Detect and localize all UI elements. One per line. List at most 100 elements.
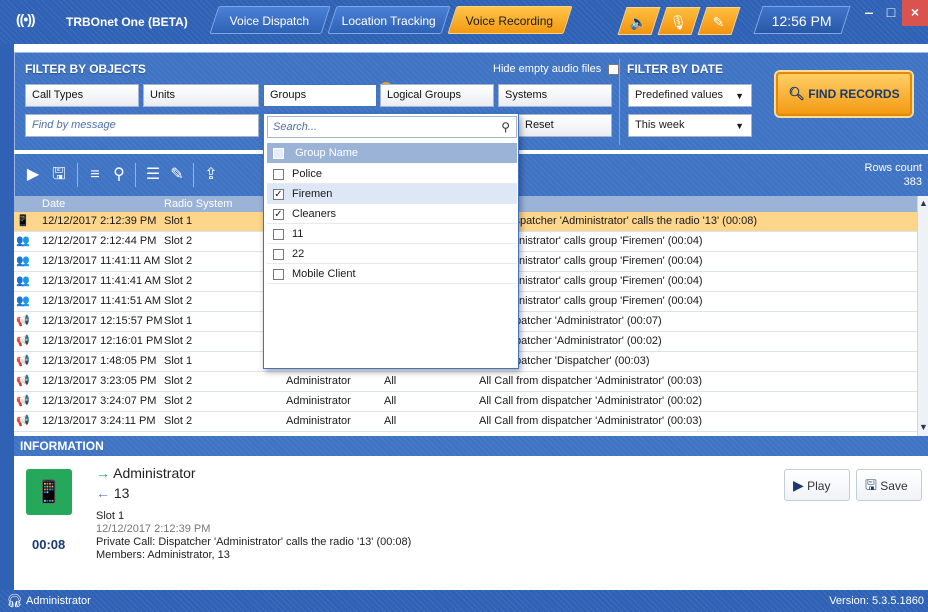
groups-button[interactable]: Groups [263,84,377,107]
column-header-radio-system[interactable]: Radio System [164,196,232,212]
filter-by-objects-header: FILTER BY OBJECTS [25,62,146,76]
table-row[interactable]: 📢 12/13/2017 3:23:05 PM Slot 2 Administrato… [14,372,928,392]
column-header-date[interactable]: Date [42,196,65,212]
clock: 12:56 PM [753,6,851,34]
play-button[interactable]: ▶ Play [784,469,850,501]
cell-slot: Slot 2 [164,375,193,387]
pen-button[interactable]: ✎ [697,7,741,35]
checked-checkbox[interactable]: ✓ [273,208,284,220]
table-scrollbar[interactable]: ▲ ▼ [917,196,928,436]
cell-date: 12/13/2017 3:23:05 PM [42,375,157,387]
checkbox[interactable] [273,228,284,240]
information-panel: INFORMATION 📱 → Administrator ← 13 00:08… [14,436,928,584]
groups-dropdown: Search... ⚲ Group Name Police ✓ Firemen ✓ Cl… [263,113,519,369]
list-icon[interactable]: ≡ [85,165,105,185]
select-all-checkbox[interactable] [273,147,284,159]
find-by-message-input[interactable]: Find by message [25,114,259,137]
pen-icon: ✎ [712,14,725,30]
toolbar-separator [193,163,194,187]
checked-checkbox[interactable]: ✓ [273,188,284,200]
toolbar-separator [135,163,136,187]
tab-voice-recording[interactable]: Voice Recording [447,6,573,34]
group-list-item-label: 11 [292,228,304,241]
microphone-button[interactable]: 🎙 [657,7,701,35]
group-list-item[interactable]: ✓ Cleaners [267,204,517,224]
app-title: TRBOnet One (BETA) [66,15,188,29]
group-list-item[interactable]: Mobile Client [267,264,517,284]
play-icon[interactable]: ▶ [23,165,43,185]
app-version: Version: 5.3.5.1860 [829,595,924,607]
hide-empty-toggle[interactable]: Hide empty audio files [493,63,620,75]
checkbox[interactable] [273,168,284,180]
chevron-down-icon: ▼ [735,121,744,131]
group-list-item[interactable]: 22 [267,244,517,264]
speaker-button[interactable]: 🔈 [617,7,661,35]
radio-icon: 📱 [16,215,30,227]
checkbox[interactable] [273,268,284,280]
units-button[interactable]: Units [143,84,259,107]
table-row[interactable]: 📢 12/13/2017 3:24:11 PM Slot 2 Administrato… [14,412,928,432]
cell-date: 12/13/2017 3:24:07 PM [42,395,157,407]
group-list-item[interactable]: 11 [267,224,517,244]
cell-date: 12/13/2017 11:41:11 AM [42,255,161,267]
close-button[interactable]: × [902,0,928,26]
predefined-values-select[interactable]: Predefined values ▼ [628,84,752,107]
cell-slot: Slot 1 [164,355,193,367]
megaphone-icon: 📢 [16,375,30,387]
group-list-item-label: Police [292,168,322,181]
scroll-up-icon[interactable]: ▲ [919,198,928,208]
cell-date: 12/13/2017 11:41:41 AM [42,275,162,287]
scroll-down-icon[interactable]: ▼ [919,422,928,432]
info-slot: Slot 1 [96,510,125,522]
date-range-select[interactable]: This week ▼ [628,114,752,137]
headset-icon: 🎧︎ [6,593,23,608]
arrow-right-icon: → [96,465,110,481]
group-list-item-label: Mobile Client [292,268,356,281]
hide-empty-checkbox[interactable] [608,63,620,75]
save-label: Save [880,479,908,493]
save-button[interactable]: 🖫 Save [856,469,922,501]
group-list-item[interactable]: ✓ Firemen [267,184,517,204]
megaphone-icon: 📢 [16,315,30,327]
table-row[interactable]: 📢 12/13/2017 3:24:07 PM Slot 2 Administrato… [14,392,928,412]
title-bar: ((•)) TRBOnet One (BETA) Voice Dispatch … [0,0,928,44]
call-types-button[interactable]: Call Types [25,84,139,107]
tab-voice-dispatch[interactable]: Voice Dispatch [209,6,331,34]
export-icon[interactable]: ⇪ [201,165,221,185]
cell-date: 12/13/2017 11:41:51 AM [42,295,162,307]
tab-location-tracking[interactable]: Location Tracking [327,6,451,34]
columns-icon[interactable]: ☰ [143,165,163,185]
logical-groups-button[interactable]: Logical Groups [380,84,494,107]
group-list-item[interactable]: Police [267,164,517,184]
cell-from: Administrator [286,375,351,387]
cell-slot: Slot 2 [164,275,193,287]
cell-date: 12/13/2017 1:48:05 PM [42,355,157,367]
radio-icon: 📱 [26,469,72,515]
call-to: ← 13 [96,485,129,501]
rows-count-value: 383 [903,176,922,188]
call-to-name: 13 [113,485,130,501]
edit-icon[interactable]: ✎ [167,165,187,185]
group-search-input[interactable]: Search... ⚲ [267,116,517,138]
cell-slot: Slot 2 [164,395,193,407]
systems-button[interactable]: Systems [498,84,612,107]
save-icon[interactable]: 🖫 [49,165,69,185]
hide-empty-label: Hide empty audio files [493,63,602,75]
find-records-button[interactable]: 🔍︎ FIND RECORDS [776,72,912,116]
call-from: → Administrator [96,465,196,481]
cell-slot: Slot 2 [164,335,193,347]
rows-count: Rows count 383 [865,161,922,189]
call-duration: 00:08 [32,537,66,552]
rows-count-label: Rows count [864,162,922,174]
filter-icon[interactable]: ⚲ [109,165,129,185]
checkbox[interactable] [273,248,284,260]
minimize-button[interactable]: ‒ [858,0,880,26]
maximize-button[interactable]: □ [880,0,902,26]
cell-to: All [384,395,397,407]
search-icon: 🔍︎ [788,86,805,101]
left-strip [0,44,14,590]
group-name-header: Group Name [295,147,359,160]
group-list-item-label: 22 [292,248,305,261]
reset-button[interactable]: Reset [518,114,612,137]
cell-slot: Slot 1 [164,315,193,327]
